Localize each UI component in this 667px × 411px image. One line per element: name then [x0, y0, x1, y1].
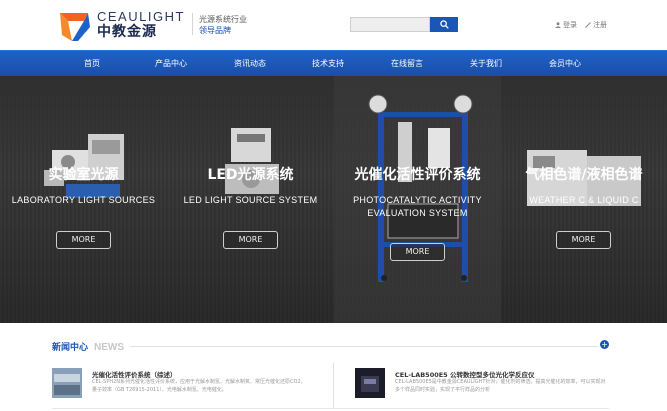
register-label: 注册: [593, 21, 607, 29]
login-label: 登录: [563, 21, 577, 29]
news-thumbnail: [355, 368, 385, 398]
nav-item-tech-support[interactable]: 技术支持: [312, 51, 344, 77]
hero-panel-subtitle: PHOTOCATALYTIC ACTIVITY EVALUATION SYSTE…: [334, 194, 501, 220]
hero-panel-subtitle: LED LIGHT SOURCE SYSTEM: [167, 194, 334, 207]
hero-panel-chromatography[interactable]: 气相色谱/液相色谱 WEATHER C & LIQUID C MORE: [501, 76, 667, 323]
tagline-line-1: 光源系统行业: [199, 15, 247, 24]
nav-item-member[interactable]: 会员中心: [549, 51, 581, 77]
news-item-desc: CEL-SPH2N系列光催化活性评价系统，应用于光解水制氢、光解水制氧、常压光催…: [92, 379, 306, 393]
more-button[interactable]: MORE: [556, 231, 611, 249]
hero-panel-lab-light[interactable]: 实验室光源 LABORATORY LIGHT SOURCES MORE: [0, 76, 167, 323]
news-heading: 新闻中心 NEWS: [52, 340, 124, 353]
news-bottom-divider: [52, 408, 609, 409]
brand-tagline: 光源系统行业 领导品牌: [199, 14, 247, 36]
brand-name-en: CEAULIGHT: [97, 9, 185, 24]
news-heading-divider: [130, 346, 598, 347]
hero-panel-title: 实验室光源: [48, 167, 119, 183]
hero-panel-subtitle-line: PHOTOCATALYTIC ACTIVITY: [353, 195, 482, 205]
nav-item-message[interactable]: 在线留言: [391, 51, 423, 77]
news-title-en: NEWS: [94, 342, 125, 353]
hero-panel-photocatalytic[interactable]: 光催化活性评价系统 PHOTOCATALYTIC ACTIVITY EVALUA…: [334, 76, 501, 323]
search-icon: [439, 20, 449, 29]
news-column-divider: [333, 363, 334, 408]
more-button[interactable]: MORE: [56, 231, 111, 249]
user-links: 登录 注册: [555, 20, 607, 30]
hero-panel-subtitle-line-2: EVALUATION SYSTEM: [367, 208, 468, 218]
news-thumbnail: [52, 368, 82, 398]
company-logo-icon[interactable]: [58, 9, 92, 43]
hero-banner: 实验室光源 LABORATORY LIGHT SOURCES MORE LED光…: [0, 76, 667, 323]
hero-panel-led[interactable]: LED光源系统 LED LIGHT SOURCE SYSTEM MORE: [167, 76, 334, 323]
nav-item-home[interactable]: 首页: [84, 51, 100, 77]
nav-item-about[interactable]: 关于我们: [470, 51, 502, 77]
hero-panel-subtitle-line: WEATHER C & LIQUID C: [529, 195, 639, 205]
news-title[interactable]: 新闻中心: [52, 340, 88, 353]
login-link[interactable]: 登录: [555, 20, 577, 30]
user-icon: [555, 22, 561, 28]
news-item-desc: CEL-LAB500E5是中教金源CEAULIGHT针对，催化剂的筛选，提高光催…: [395, 379, 606, 393]
pencil-icon: [585, 22, 591, 28]
hero-panel-title: LED光源系统: [207, 167, 294, 183]
hero-panel-subtitle-line: LABORATORY LIGHT SOURCES: [11, 195, 156, 205]
search-input[interactable]: [350, 17, 430, 32]
brand-name-cn: 中教金源: [97, 24, 157, 40]
site-header: CEAULIGHT 中教金源 光源系统行业 领导品牌 登录 注册: [0, 0, 667, 50]
hero-panel-subtitle-line: LED LIGHT SOURCE SYSTEM: [183, 195, 318, 205]
search-button[interactable]: [430, 17, 458, 32]
nav-item-products[interactable]: 产品中心: [155, 51, 187, 77]
brand-divider: [192, 13, 193, 35]
brand-name[interactable]: CEAULIGHT 中教金源: [97, 9, 185, 41]
nav-item-news[interactable]: 资讯动态: [234, 51, 266, 77]
news-more-plus-icon[interactable]: +: [600, 340, 609, 349]
hero-panel-title: 光催化活性评价系统: [354, 167, 481, 183]
more-button[interactable]: MORE: [390, 243, 445, 261]
register-link[interactable]: 注册: [585, 20, 607, 30]
more-button[interactable]: MORE: [223, 231, 278, 249]
hero-panel-subtitle: WEATHER C & LIQUID C: [501, 194, 667, 207]
hero-panel-subtitle: LABORATORY LIGHT SOURCES: [0, 194, 167, 207]
hero-panel-title: 气相色谱/液相色谱: [525, 167, 643, 183]
tagline-line-2: 领导品牌: [199, 26, 231, 35]
news-section: 新闻中心 NEWS + 光催化活性评价系统（综述） CEL-SPH2N系列光催化…: [0, 323, 667, 411]
main-nav: 首页 产品中心 资讯动态 技术支持 在线留言 关于我们 会员中心: [0, 50, 667, 76]
